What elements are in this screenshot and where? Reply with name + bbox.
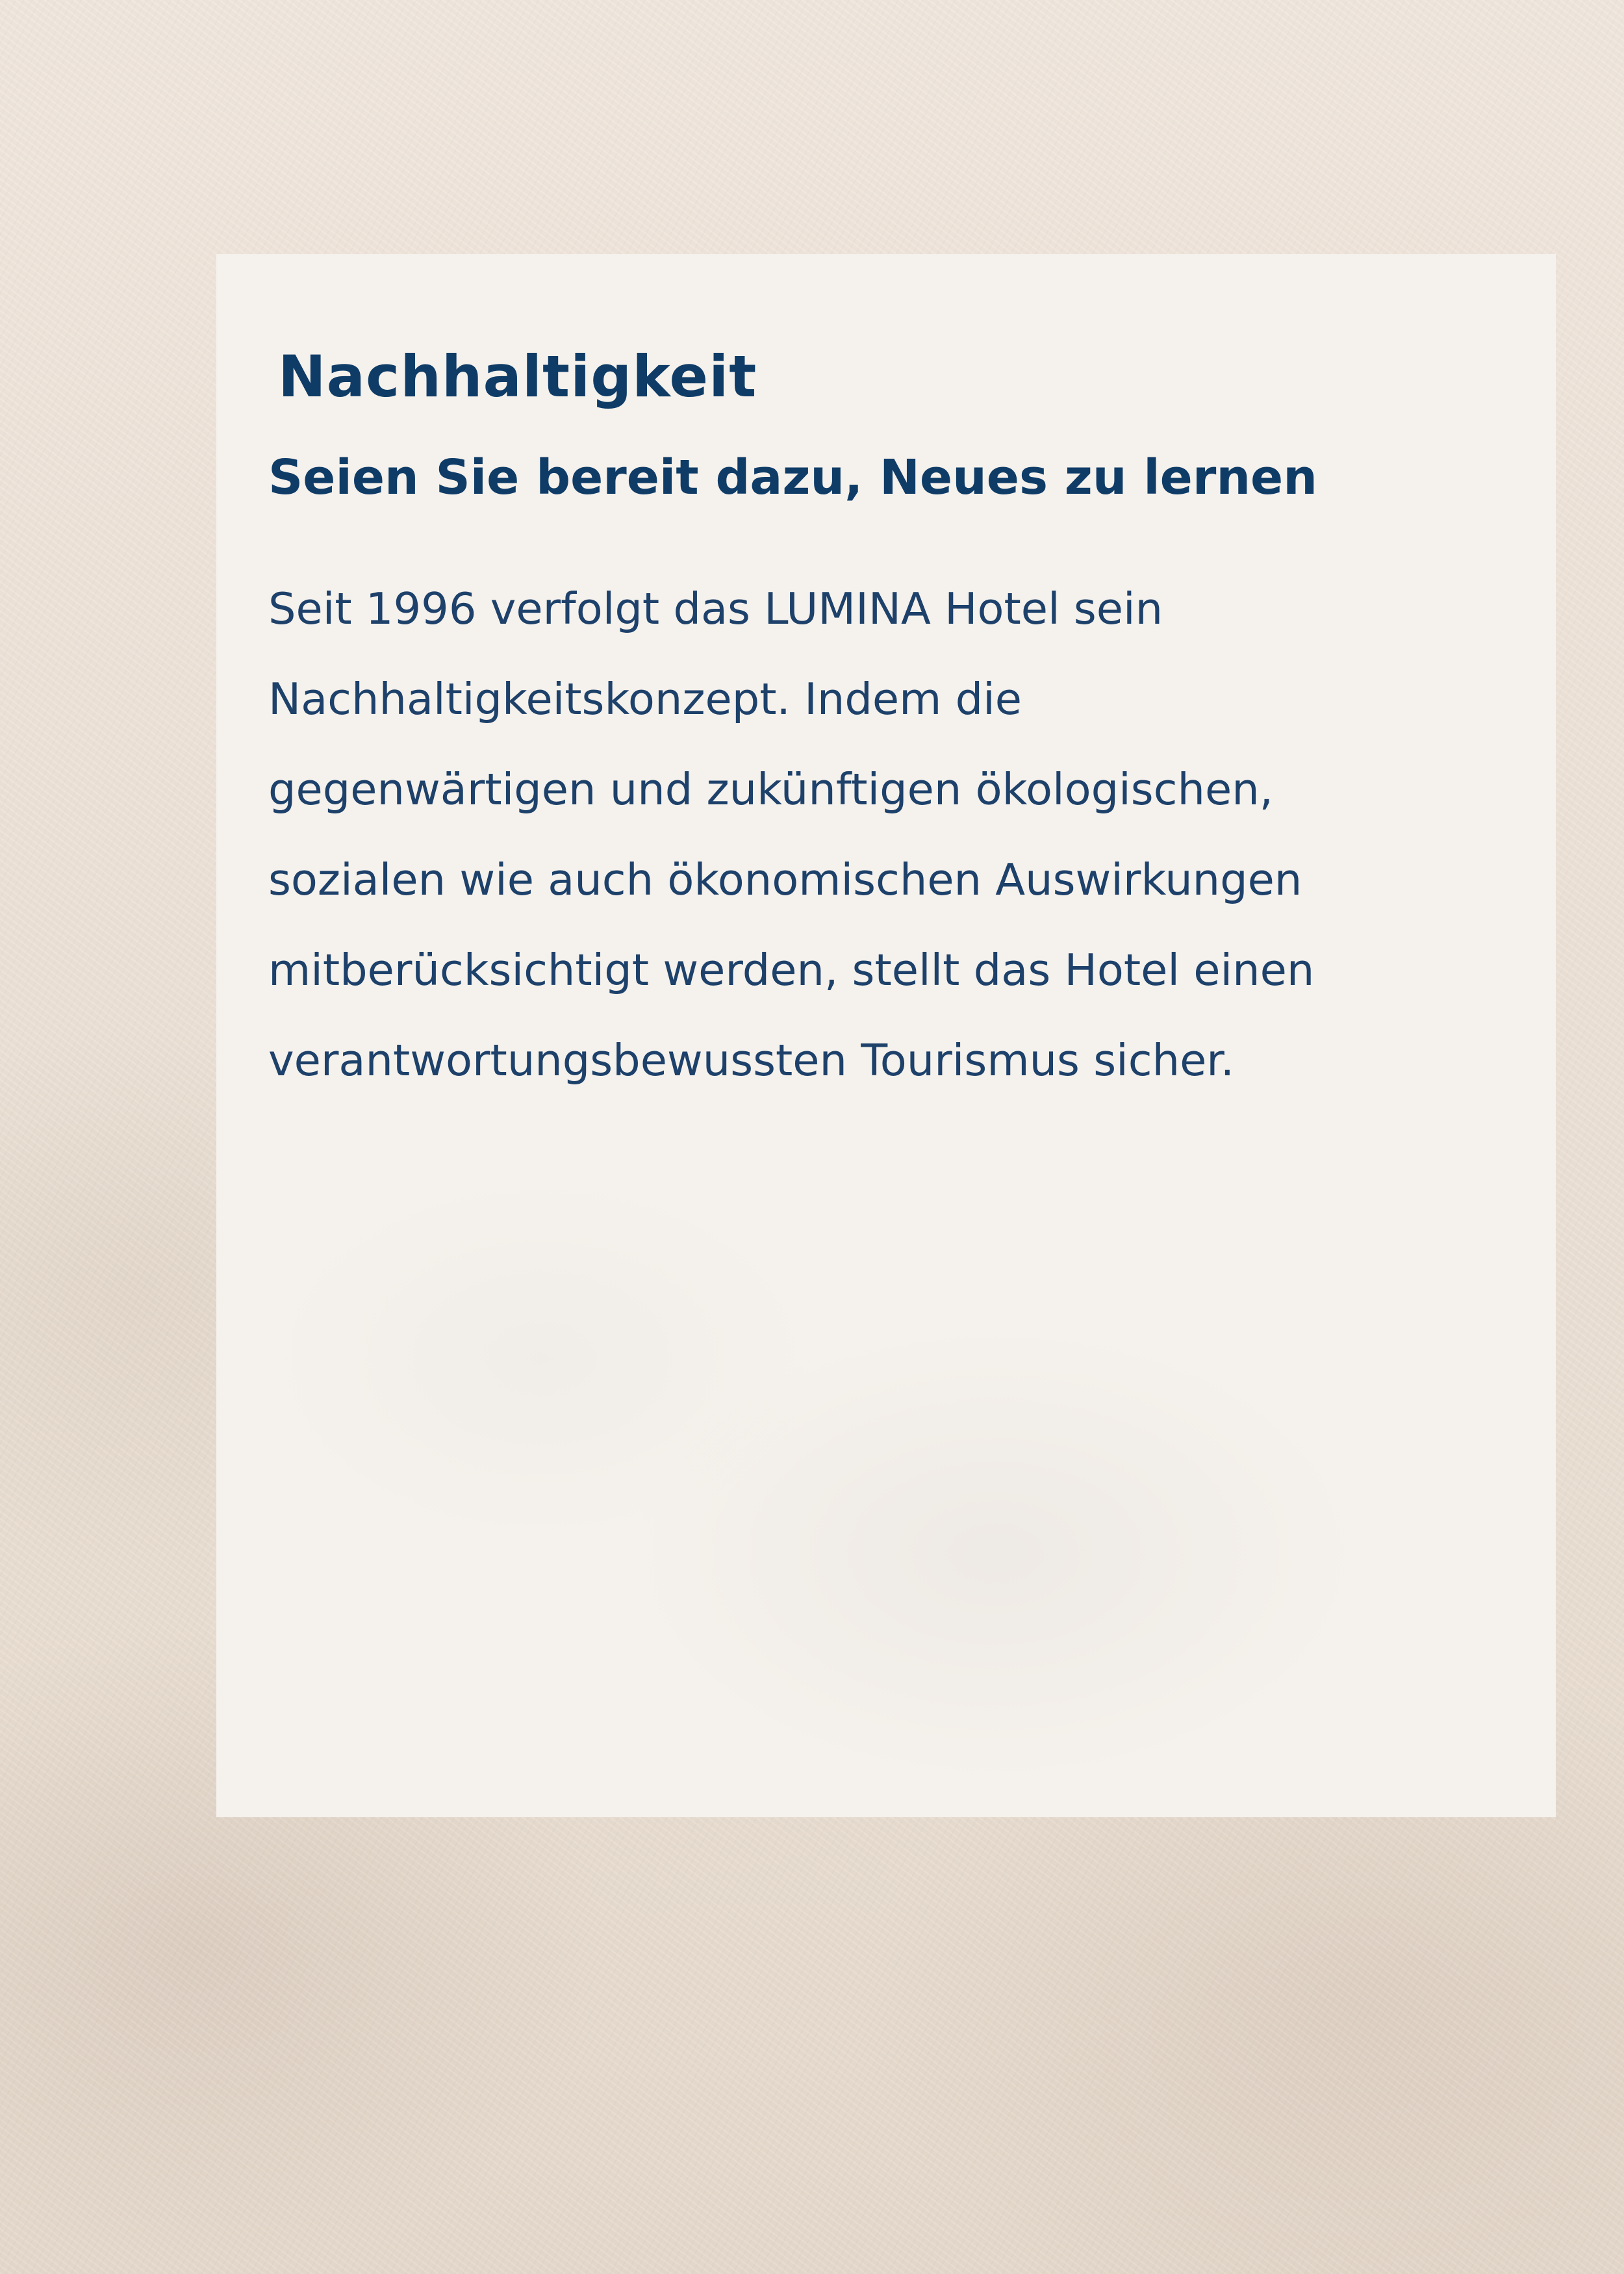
page-title: Nachhaltigkeit (278, 343, 757, 410)
body-line: gegenwärtigen und zukünftigen ökologisch… (268, 764, 1273, 815)
body-line: verantwortungsbewussten Tourismus sicher… (268, 1035, 1234, 1086)
body-line: Seit 1996 verfolgt das LUMINA Hotel sein (268, 583, 1163, 634)
body-line: mitberücksichtigt werden, stellt das Hot… (268, 945, 1315, 995)
body-line: sozialen wie auch ökonomischen Auswirkun… (268, 854, 1302, 905)
body-line: Nachhaltigkeitskonzept. Indem die (268, 674, 1022, 724)
page-subtitle: Seien Sie bereit dazu, Neues zu lernen (268, 450, 1317, 505)
body-paragraph: Seit 1996 verfolgt das LUMINA Hotel sein… (268, 564, 1529, 1106)
